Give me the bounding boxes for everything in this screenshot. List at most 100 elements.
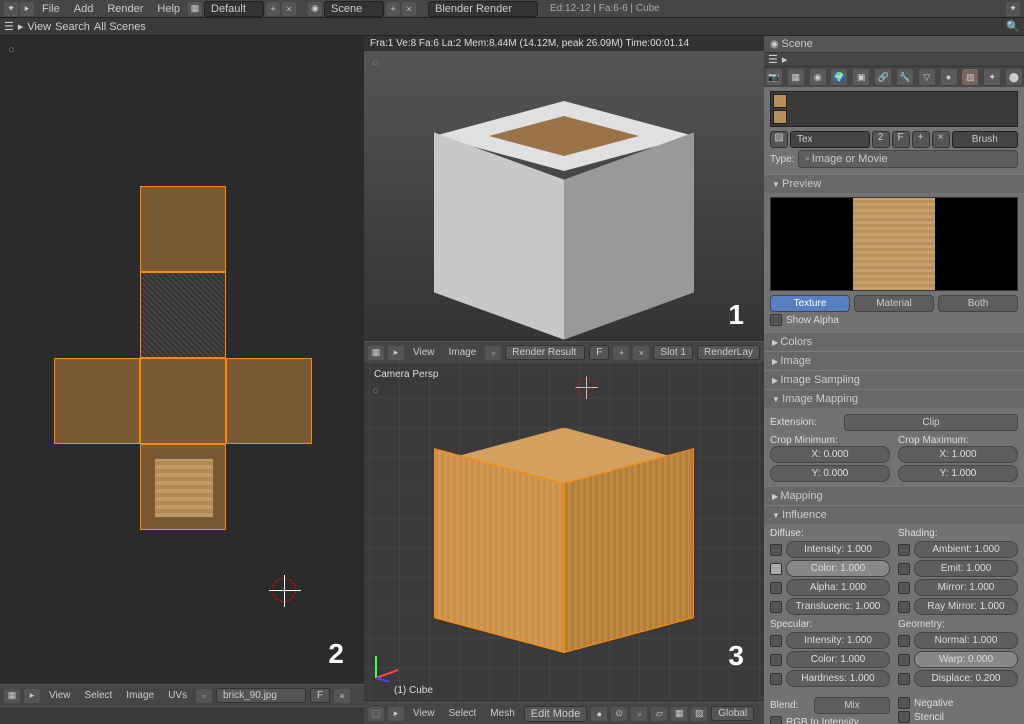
sel-face-icon[interactable]: ▦ [671, 707, 687, 721]
crop-max-y[interactable]: Y: 1.000 [898, 465, 1018, 482]
geom-displace[interactable]: Displace: 0.200 [914, 670, 1018, 687]
diffuse-alpha[interactable]: Alpha: 1.000 [786, 579, 890, 596]
add-tex-icon[interactable]: + [912, 131, 930, 148]
tab-data[interactable]: ▽ [919, 69, 935, 85]
panel-mapping[interactable]: Mapping [764, 486, 1024, 505]
extension-selector[interactable]: Clip [844, 414, 1018, 431]
outliner-filter[interactable]: All Scenes [94, 21, 174, 33]
sel-vert-icon[interactable]: ▫ [631, 707, 647, 721]
image-icon[interactable]: ▫ [485, 346, 501, 360]
shading-emit[interactable]: Emit: 1.000 [914, 560, 1018, 577]
render-viewport[interactable]: ○ 1 [364, 51, 764, 341]
stencil-checkbox[interactable] [898, 711, 910, 723]
negative-checkbox[interactable] [898, 697, 910, 709]
outliner-search[interactable]: Search [55, 21, 90, 33]
shading-ambient[interactable]: Ambient: 1.000 [914, 541, 1018, 558]
rgb-intensity-checkbox[interactable] [770, 716, 782, 724]
timeline-area[interactable] [0, 706, 364, 724]
ambient-checkbox[interactable] [898, 544, 910, 556]
outliner-view[interactable]: View [27, 21, 51, 33]
translucency-checkbox[interactable] [770, 601, 782, 613]
render-result-field[interactable]: Render Result [505, 345, 585, 360]
v3d-menu-mesh[interactable]: Mesh [485, 708, 519, 719]
add-scene-icon[interactable]: + [386, 2, 400, 16]
uv-face[interactable] [140, 358, 226, 444]
uv-viewport[interactable]: ○ 2 [0, 36, 364, 684]
show-alpha-checkbox[interactable] [770, 314, 782, 326]
sel-edge-icon[interactable]: ▱ [651, 707, 667, 721]
tab-scene[interactable]: ◉ [810, 69, 826, 85]
normal-checkbox[interactable] [898, 635, 910, 647]
spec-intensity-checkbox[interactable] [770, 635, 782, 647]
diffuse-color[interactable]: Color: 1.000 [786, 560, 890, 577]
spec-intensity[interactable]: Intensity: 1.000 [786, 632, 890, 649]
img-menu-image[interactable]: Image [444, 347, 482, 358]
uv-face[interactable] [54, 358, 140, 444]
brush-button[interactable]: Brush [952, 131, 1018, 148]
layout-field[interactable]: Default [204, 1, 264, 17]
add-layout-icon[interactable]: + [266, 2, 280, 16]
raymirror-checkbox[interactable] [898, 601, 910, 613]
scene-icon[interactable]: ◉ [308, 2, 322, 16]
v3d-menu-select[interactable]: Select [444, 708, 482, 719]
menu-file[interactable]: File [36, 3, 66, 15]
mode-selector[interactable]: Edit Mode [524, 706, 588, 722]
diffuse-translucency[interactable]: Translucenc: 1.000 [786, 598, 890, 615]
slot-field[interactable]: Slot 1 [653, 345, 693, 360]
texture-slot-list[interactable] [770, 91, 1018, 127]
view3d-viewport[interactable]: Camera Persp ○ (1) Cube 3 [364, 363, 764, 702]
shading-mirror[interactable]: Mirror: 1.000 [914, 579, 1018, 596]
preview-tab-both[interactable]: Both [938, 295, 1018, 312]
panel-image[interactable]: Image [764, 351, 1024, 370]
fake-user-button[interactable]: F [589, 345, 609, 360]
menu-help[interactable]: Help [151, 3, 186, 15]
outliner-scene[interactable]: ◉ Scene [764, 36, 1024, 53]
panel-image-sampling[interactable]: Image Sampling [764, 370, 1024, 389]
texture-slot[interactable] [773, 94, 787, 108]
menu-render[interactable]: Render [101, 3, 149, 15]
spec-color[interactable]: Color: 1.000 [786, 651, 890, 668]
tab-physics[interactable]: ⬤ [1006, 69, 1022, 85]
emit-checkbox[interactable] [898, 563, 910, 575]
color-checkbox[interactable] [770, 563, 782, 575]
uv-face[interactable] [140, 186, 226, 272]
blend-selector[interactable]: Mix [814, 697, 890, 714]
texture-name-field[interactable]: Tex [790, 131, 870, 148]
del-scene-icon[interactable]: × [402, 2, 416, 16]
crop-max-x[interactable]: X: 1.000 [898, 446, 1018, 463]
crop-min-y[interactable]: Y: 0.000 [770, 465, 890, 482]
spec-hardness[interactable]: Hardness: 1.000 [786, 670, 890, 687]
expand-icon[interactable]: ▸ [20, 2, 34, 16]
splash-icon[interactable]: ✦ [1006, 2, 1020, 16]
image-editor-icon[interactable]: ▦ [368, 346, 384, 360]
tab-modifiers[interactable]: 🔧 [897, 69, 913, 85]
uv-editor-icon[interactable]: ▦ [4, 689, 20, 703]
fake-user-button[interactable]: F [310, 688, 330, 703]
panel-influence[interactable]: Influence [764, 505, 1024, 524]
uv-face[interactable] [226, 358, 312, 444]
displace-checkbox[interactable] [898, 673, 910, 685]
user-count[interactable]: 2 [872, 131, 890, 148]
v3d-menu-view[interactable]: View [408, 708, 440, 719]
shading-icon[interactable]: ● [591, 707, 607, 721]
spec-hardness-checkbox[interactable] [770, 673, 782, 685]
tex-browse-icon[interactable]: ▨ [770, 131, 788, 148]
tab-texture[interactable]: ▨ [962, 69, 978, 85]
shading-raymirror[interactable]: Ray Mirror: 1.000 [914, 598, 1018, 615]
uv-menu-view[interactable]: View [44, 690, 76, 701]
uv-face-selected[interactable] [140, 272, 226, 358]
expand-icon[interactable]: ▸ [782, 53, 788, 66]
panel-colors[interactable]: Colors [764, 332, 1024, 351]
unlink-tex-icon[interactable]: × [932, 131, 950, 148]
layer-field[interactable]: RenderLay [697, 345, 760, 360]
scene-field[interactable]: Scene [324, 1, 384, 17]
blender-icon[interactable]: ✦ [4, 2, 18, 16]
type-selector[interactable]: ▫ Image or Movie [798, 150, 1018, 168]
menu-add[interactable]: Add [68, 3, 100, 15]
img-menu-view[interactable]: View [408, 347, 440, 358]
view3d-editor-icon[interactable]: ⬚ [368, 707, 384, 721]
tab-material[interactable]: ● [941, 69, 957, 85]
panel-preview[interactable]: Preview [764, 174, 1024, 193]
pivot-icon[interactable]: ⊙ [611, 707, 627, 721]
expand-icon[interactable]: ▸ [18, 20, 24, 33]
